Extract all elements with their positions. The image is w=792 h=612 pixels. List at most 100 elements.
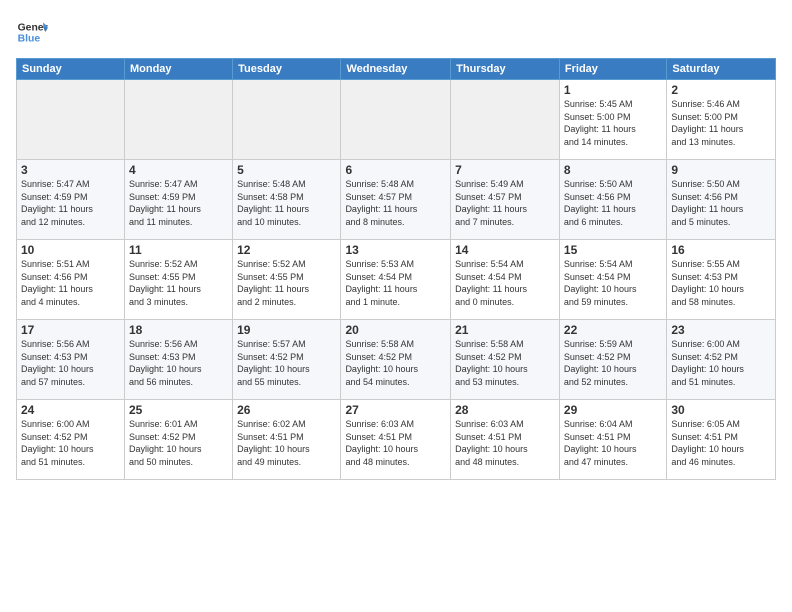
day-number: 4 (129, 163, 228, 177)
day-number: 8 (564, 163, 662, 177)
day-info: Sunrise: 5:47 AM Sunset: 4:59 PM Dayligh… (21, 178, 120, 228)
day-cell: 11Sunrise: 5:52 AM Sunset: 4:55 PM Dayli… (124, 240, 232, 320)
day-info: Sunrise: 5:49 AM Sunset: 4:57 PM Dayligh… (455, 178, 555, 228)
day-cell: 7Sunrise: 5:49 AM Sunset: 4:57 PM Daylig… (451, 160, 560, 240)
weekday-header-tuesday: Tuesday (233, 59, 341, 80)
day-info: Sunrise: 5:45 AM Sunset: 5:00 PM Dayligh… (564, 98, 662, 148)
day-cell: 30Sunrise: 6:05 AM Sunset: 4:51 PM Dayli… (667, 400, 776, 480)
day-cell (451, 80, 560, 160)
day-info: Sunrise: 5:46 AM Sunset: 5:00 PM Dayligh… (671, 98, 771, 148)
day-cell (341, 80, 451, 160)
day-info: Sunrise: 5:55 AM Sunset: 4:53 PM Dayligh… (671, 258, 771, 308)
day-info: Sunrise: 5:48 AM Sunset: 4:58 PM Dayligh… (237, 178, 336, 228)
day-number: 12 (237, 243, 336, 257)
day-number: 22 (564, 323, 662, 337)
day-cell: 23Sunrise: 6:00 AM Sunset: 4:52 PM Dayli… (667, 320, 776, 400)
weekday-header-friday: Friday (559, 59, 666, 80)
day-cell: 6Sunrise: 5:48 AM Sunset: 4:57 PM Daylig… (341, 160, 451, 240)
day-number: 25 (129, 403, 228, 417)
day-cell: 15Sunrise: 5:54 AM Sunset: 4:54 PM Dayli… (559, 240, 666, 320)
day-info: Sunrise: 5:51 AM Sunset: 4:56 PM Dayligh… (21, 258, 120, 308)
day-number: 30 (671, 403, 771, 417)
day-cell: 3Sunrise: 5:47 AM Sunset: 4:59 PM Daylig… (17, 160, 125, 240)
day-info: Sunrise: 6:01 AM Sunset: 4:52 PM Dayligh… (129, 418, 228, 468)
day-number: 9 (671, 163, 771, 177)
day-number: 19 (237, 323, 336, 337)
day-cell: 17Sunrise: 5:56 AM Sunset: 4:53 PM Dayli… (17, 320, 125, 400)
day-info: Sunrise: 5:58 AM Sunset: 4:52 PM Dayligh… (455, 338, 555, 388)
day-number: 5 (237, 163, 336, 177)
weekday-header-sunday: Sunday (17, 59, 125, 80)
day-number: 29 (564, 403, 662, 417)
day-info: Sunrise: 6:05 AM Sunset: 4:51 PM Dayligh… (671, 418, 771, 468)
week-row-5: 24Sunrise: 6:00 AM Sunset: 4:52 PM Dayli… (17, 400, 776, 480)
day-info: Sunrise: 5:52 AM Sunset: 4:55 PM Dayligh… (129, 258, 228, 308)
day-number: 6 (345, 163, 446, 177)
day-cell: 19Sunrise: 5:57 AM Sunset: 4:52 PM Dayli… (233, 320, 341, 400)
day-number: 20 (345, 323, 446, 337)
day-cell: 8Sunrise: 5:50 AM Sunset: 4:56 PM Daylig… (559, 160, 666, 240)
weekday-header-saturday: Saturday (667, 59, 776, 80)
day-number: 21 (455, 323, 555, 337)
day-number: 23 (671, 323, 771, 337)
day-info: Sunrise: 6:00 AM Sunset: 4:52 PM Dayligh… (671, 338, 771, 388)
day-number: 16 (671, 243, 771, 257)
day-info: Sunrise: 6:03 AM Sunset: 4:51 PM Dayligh… (345, 418, 446, 468)
day-info: Sunrise: 6:03 AM Sunset: 4:51 PM Dayligh… (455, 418, 555, 468)
week-row-2: 3Sunrise: 5:47 AM Sunset: 4:59 PM Daylig… (17, 160, 776, 240)
day-number: 1 (564, 83, 662, 97)
day-cell: 2Sunrise: 5:46 AM Sunset: 5:00 PM Daylig… (667, 80, 776, 160)
week-row-1: 1Sunrise: 5:45 AM Sunset: 5:00 PM Daylig… (17, 80, 776, 160)
day-info: Sunrise: 5:50 AM Sunset: 4:56 PM Dayligh… (671, 178, 771, 228)
day-number: 24 (21, 403, 120, 417)
day-number: 13 (345, 243, 446, 257)
day-info: Sunrise: 5:56 AM Sunset: 4:53 PM Dayligh… (129, 338, 228, 388)
day-number: 7 (455, 163, 555, 177)
calendar: SundayMondayTuesdayWednesdayThursdayFrid… (16, 58, 776, 480)
day-cell: 27Sunrise: 6:03 AM Sunset: 4:51 PM Dayli… (341, 400, 451, 480)
day-info: Sunrise: 5:54 AM Sunset: 4:54 PM Dayligh… (455, 258, 555, 308)
day-info: Sunrise: 6:02 AM Sunset: 4:51 PM Dayligh… (237, 418, 336, 468)
day-info: Sunrise: 6:00 AM Sunset: 4:52 PM Dayligh… (21, 418, 120, 468)
day-number: 18 (129, 323, 228, 337)
day-number: 14 (455, 243, 555, 257)
day-number: 15 (564, 243, 662, 257)
day-cell (124, 80, 232, 160)
day-cell: 26Sunrise: 6:02 AM Sunset: 4:51 PM Dayli… (233, 400, 341, 480)
day-cell: 5Sunrise: 5:48 AM Sunset: 4:58 PM Daylig… (233, 160, 341, 240)
day-info: Sunrise: 5:59 AM Sunset: 4:52 PM Dayligh… (564, 338, 662, 388)
day-number: 11 (129, 243, 228, 257)
day-cell: 12Sunrise: 5:52 AM Sunset: 4:55 PM Dayli… (233, 240, 341, 320)
day-cell: 20Sunrise: 5:58 AM Sunset: 4:52 PM Dayli… (341, 320, 451, 400)
day-cell: 9Sunrise: 5:50 AM Sunset: 4:56 PM Daylig… (667, 160, 776, 240)
day-info: Sunrise: 5:48 AM Sunset: 4:57 PM Dayligh… (345, 178, 446, 228)
day-info: Sunrise: 5:53 AM Sunset: 4:54 PM Dayligh… (345, 258, 446, 308)
day-number: 17 (21, 323, 120, 337)
day-cell: 10Sunrise: 5:51 AM Sunset: 4:56 PM Dayli… (17, 240, 125, 320)
day-number: 26 (237, 403, 336, 417)
day-number: 27 (345, 403, 446, 417)
day-info: Sunrise: 5:56 AM Sunset: 4:53 PM Dayligh… (21, 338, 120, 388)
day-info: Sunrise: 5:52 AM Sunset: 4:55 PM Dayligh… (237, 258, 336, 308)
page: General Blue SundayMondayTuesdayWednesda… (0, 0, 792, 612)
day-info: Sunrise: 5:50 AM Sunset: 4:56 PM Dayligh… (564, 178, 662, 228)
day-info: Sunrise: 5:58 AM Sunset: 4:52 PM Dayligh… (345, 338, 446, 388)
day-number: 2 (671, 83, 771, 97)
logo-icon: General Blue (16, 16, 48, 48)
day-cell (17, 80, 125, 160)
day-info: Sunrise: 5:47 AM Sunset: 4:59 PM Dayligh… (129, 178, 228, 228)
day-info: Sunrise: 5:57 AM Sunset: 4:52 PM Dayligh… (237, 338, 336, 388)
day-cell: 1Sunrise: 5:45 AM Sunset: 5:00 PM Daylig… (559, 80, 666, 160)
logo: General Blue (16, 16, 48, 48)
svg-text:Blue: Blue (18, 34, 41, 45)
day-cell: 24Sunrise: 6:00 AM Sunset: 4:52 PM Dayli… (17, 400, 125, 480)
week-row-3: 10Sunrise: 5:51 AM Sunset: 4:56 PM Dayli… (17, 240, 776, 320)
day-cell: 13Sunrise: 5:53 AM Sunset: 4:54 PM Dayli… (341, 240, 451, 320)
day-cell (233, 80, 341, 160)
day-cell: 18Sunrise: 5:56 AM Sunset: 4:53 PM Dayli… (124, 320, 232, 400)
weekday-header-wednesday: Wednesday (341, 59, 451, 80)
day-cell: 16Sunrise: 5:55 AM Sunset: 4:53 PM Dayli… (667, 240, 776, 320)
day-cell: 4Sunrise: 5:47 AM Sunset: 4:59 PM Daylig… (124, 160, 232, 240)
day-number: 10 (21, 243, 120, 257)
day-cell: 29Sunrise: 6:04 AM Sunset: 4:51 PM Dayli… (559, 400, 666, 480)
